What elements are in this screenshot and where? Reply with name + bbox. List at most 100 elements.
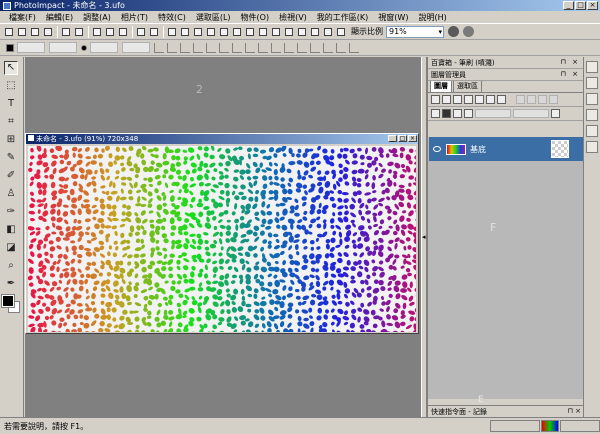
menu-selection[interactable]: 選取區(L) <box>191 12 236 23</box>
eye-icon[interactable] <box>433 146 441 152</box>
align-icon-11[interactable] <box>349 42 359 53</box>
layer-manager-bar[interactable]: 圖層管理員 ⊓ × <box>428 69 583 81</box>
shape-swatch[interactable] <box>6 43 14 52</box>
properties-icon[interactable] <box>475 95 484 104</box>
align-icon-4[interactable] <box>258 42 268 53</box>
document-window[interactable]: 未命名 - 3.ufo (91%) 720x348 _ □ × <box>25 133 419 334</box>
selection-tool-icon[interactable]: ⬚ <box>4 79 18 93</box>
scanner-icon[interactable] <box>179 26 191 38</box>
align-icon-8[interactable] <box>310 42 320 53</box>
delete-layer-icon[interactable] <box>464 95 473 104</box>
layer-mask-thumbnail[interactable] <box>551 140 569 158</box>
print-preview-icon[interactable] <box>73 26 85 38</box>
resize-icon[interactable] <box>218 26 230 38</box>
globe-icon[interactable] <box>448 26 459 37</box>
lock-icon[interactable] <box>335 26 347 38</box>
retouch-tool-icon[interactable]: ✑ <box>4 205 18 219</box>
open-file-icon[interactable] <box>16 26 28 38</box>
layer-manager-switch-icon[interactable] <box>586 77 598 89</box>
color-picker-tool-icon[interactable]: ✒ <box>4 277 18 291</box>
disabled-icon-1[interactable] <box>516 95 525 104</box>
redo-icon[interactable] <box>148 26 160 38</box>
easypalette-bar[interactable]: 百寶箱 - 筆刷 (噴濺) ⊓ × <box>428 57 583 69</box>
new-layer-icon[interactable] <box>431 95 440 104</box>
help-icon[interactable] <box>463 26 474 37</box>
lock-icon[interactable] <box>442 109 451 118</box>
opacity-dropdown[interactable] <box>513 109 549 118</box>
fill-tool-icon[interactable]: ◪ <box>4 241 18 255</box>
eraser-tool-icon[interactable]: ◧ <box>4 223 18 237</box>
panel-switch-icon-5[interactable] <box>586 125 598 137</box>
foreground-color[interactable] <box>1 294 15 308</box>
easypalette-switch-icon[interactable] <box>586 61 598 73</box>
disabled-icon-2[interactable] <box>527 95 536 104</box>
save-icon[interactable] <box>29 26 41 38</box>
align-icon-3[interactable] <box>245 42 255 53</box>
minimize-button[interactable]: _ <box>563 1 574 10</box>
link-icon[interactable] <box>453 109 462 118</box>
undo-icon[interactable] <box>135 26 147 38</box>
close-button[interactable]: × <box>587 1 598 10</box>
text-effect-icon[interactable] <box>231 26 243 38</box>
zoom-tool-icon[interactable]: ⌕ <box>4 259 18 273</box>
history-switch-icon[interactable] <box>586 109 598 121</box>
align-icon-7[interactable] <box>297 42 307 53</box>
disabled-icon-3[interactable] <box>538 95 547 104</box>
zoom-select[interactable]: 91% <box>386 25 444 38</box>
merge-layer-icon[interactable] <box>453 95 462 104</box>
blend-icon[interactable] <box>431 109 440 118</box>
width-field[interactable] <box>17 42 45 53</box>
quick-command-switch-icon[interactable] <box>586 93 598 105</box>
menu-effect[interactable]: 特效(C) <box>153 12 191 23</box>
stamp-tool-icon[interactable]: ♙ <box>4 187 18 201</box>
paste-icon[interactable] <box>117 26 129 38</box>
menu-adjust[interactable]: 調整(A) <box>78 12 116 23</box>
menu-workspace[interactable]: 我的工作區(K) <box>312 12 374 23</box>
transform-icon-5[interactable] <box>206 42 216 53</box>
mask-icon[interactable] <box>486 95 495 104</box>
layer-option-icon[interactable] <box>551 109 560 118</box>
align-icon-2[interactable] <box>232 42 242 53</box>
new-file-icon[interactable] <box>3 26 15 38</box>
web-icon[interactable] <box>296 26 308 38</box>
menu-window[interactable]: 視窗(W) <box>373 12 413 23</box>
text-tool-icon[interactable]: T <box>4 97 18 111</box>
sync-icon[interactable] <box>322 26 334 38</box>
grid-icon[interactable] <box>270 26 282 38</box>
transform-icon-1[interactable] <box>154 42 164 53</box>
browse-icon[interactable] <box>42 26 54 38</box>
transform-tool-icon[interactable]: ⊞ <box>4 133 18 147</box>
align-icon-5[interactable] <box>271 42 281 53</box>
layer-manager-controls-icon[interactable]: ⊓ × <box>560 70 580 78</box>
soft-field[interactable] <box>122 42 150 53</box>
blend-mode-dropdown[interactable] <box>475 109 511 118</box>
menu-view[interactable]: 檢視(V) <box>274 12 312 23</box>
maximize-button[interactable]: □ <box>575 1 586 10</box>
duplicate-layer-icon[interactable] <box>442 95 451 104</box>
menu-file[interactable]: 檔案(F) <box>4 12 41 23</box>
easypalette-controls-icon[interactable]: ⊓ × <box>560 58 580 66</box>
paint-tool-icon[interactable]: ✐ <box>4 169 18 183</box>
camera-icon[interactable] <box>166 26 178 38</box>
height-field[interactable] <box>49 42 77 53</box>
pick-tool-icon[interactable]: ↖ <box>4 61 18 75</box>
quick-command-controls-icon[interactable]: ⊓ × <box>567 407 581 415</box>
cut-icon[interactable] <box>91 26 103 38</box>
align-icon-9[interactable] <box>323 42 333 53</box>
transform-icon-3[interactable] <box>180 42 190 53</box>
magic-icon[interactable] <box>257 26 269 38</box>
splitter-arrow-icon[interactable]: ◂ <box>422 233 426 241</box>
menu-photo[interactable]: 相片(T) <box>116 12 153 23</box>
menu-edit[interactable]: 編輯(E) <box>41 12 78 23</box>
print-icon[interactable] <box>60 26 72 38</box>
layers-icon[interactable] <box>283 26 295 38</box>
panel-switch-icon-6[interactable] <box>586 141 598 153</box>
size-field[interactable] <box>90 42 118 53</box>
eyedropper-tool-icon[interactable]: ✎ <box>4 151 18 165</box>
transform-icon-4[interactable] <box>193 42 203 53</box>
crop-tool-icon[interactable]: ⌗ <box>4 115 18 129</box>
layer-row[interactable]: 基底 <box>429 137 583 161</box>
doc-close-button[interactable]: × <box>408 135 417 142</box>
doc-maximize-button[interactable]: □ <box>398 135 407 142</box>
doc-minimize-button[interactable]: _ <box>388 135 397 142</box>
